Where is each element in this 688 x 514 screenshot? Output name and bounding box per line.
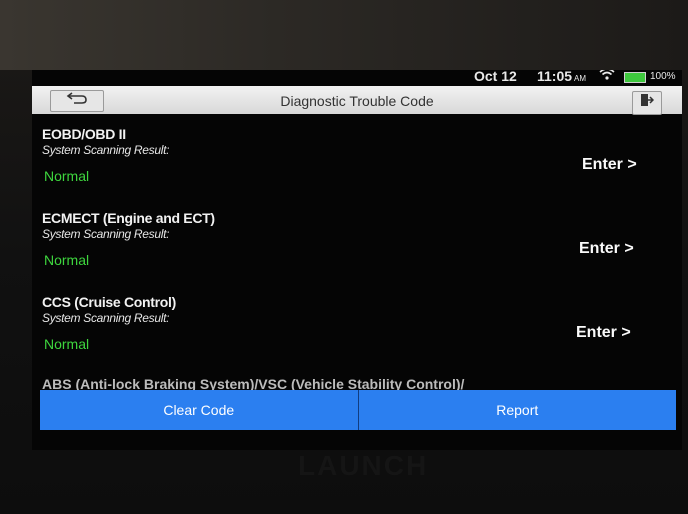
system-name: EOBD/OBD II bbox=[42, 126, 126, 142]
exit-icon bbox=[640, 94, 655, 110]
system-status: Normal bbox=[44, 168, 90, 184]
battery-icon bbox=[624, 72, 646, 83]
bottom-action-bar: Clear Code Report bbox=[40, 390, 676, 430]
enter-button[interactable]: Enter > bbox=[582, 156, 637, 174]
system-result-label: System Scanning Result: bbox=[42, 143, 170, 157]
system-result-label: System Scanning Result: bbox=[42, 227, 170, 241]
enter-button[interactable]: Enter > bbox=[579, 240, 634, 258]
title-bar: Diagnostic Trouble Code bbox=[32, 86, 682, 115]
device-logo: LAUNCH bbox=[298, 450, 429, 481]
status-clock: 11:05 bbox=[537, 70, 573, 84]
status-ampm: AM bbox=[574, 74, 587, 83]
exit-button[interactable] bbox=[632, 91, 662, 115]
wifi-icon bbox=[599, 70, 615, 84]
report-button[interactable]: Report bbox=[359, 390, 677, 430]
status-time: 11:05 AM bbox=[537, 70, 586, 84]
system-item-ccs[interactable]: CCS (Cruise Control) System Scanning Res… bbox=[42, 294, 672, 378]
status-date: Oct 12 bbox=[474, 70, 517, 84]
system-item-eobd[interactable]: EOBD/OBD II System Scanning Result: Norm… bbox=[42, 126, 672, 210]
battery-percent: 100% bbox=[650, 71, 676, 82]
clear-code-button[interactable]: Clear Code bbox=[40, 390, 358, 430]
page-title: Diagnostic Trouble Code bbox=[280, 93, 434, 109]
system-status: Normal bbox=[44, 252, 90, 268]
screen: Oct 12 11:05 AM 100% Diagnostic Trouble C… bbox=[32, 70, 682, 450]
system-name: CCS (Cruise Control) bbox=[42, 294, 177, 310]
system-result-label: System Scanning Result: bbox=[42, 311, 170, 325]
system-name: ECMECT (Engine and ECT) bbox=[42, 210, 215, 226]
system-item-ecmect[interactable]: ECMECT (Engine and ECT) System Scanning … bbox=[42, 210, 672, 294]
system-status: Normal bbox=[44, 336, 90, 352]
device-top-edge bbox=[0, 0, 688, 70]
status-bar: Oct 12 11:05 AM 100% bbox=[32, 70, 682, 86]
enter-button[interactable]: Enter > bbox=[576, 324, 631, 342]
